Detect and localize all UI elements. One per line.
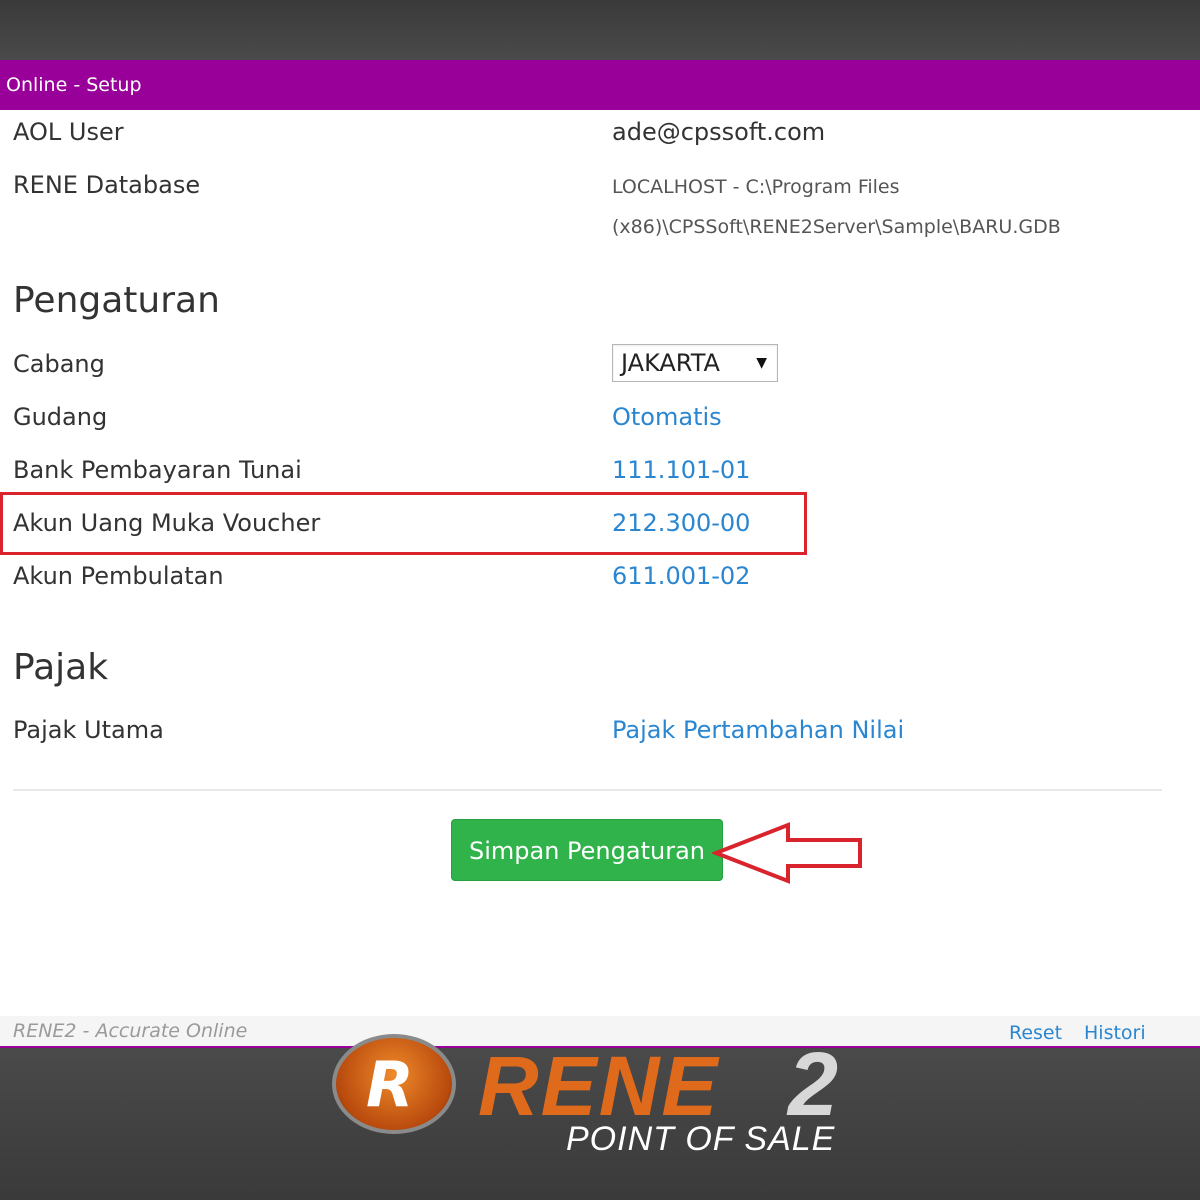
top-band [0, 0, 1200, 60]
rene-database-path-line2: (x86)\CPSSoft\RENE2Server\Sample\BARU.GD… [612, 216, 1061, 238]
arrow-left-icon [712, 822, 862, 884]
cabang-selected-value: JAKARTA [621, 349, 720, 377]
rene-logo-tagline: POINT OF SALE [566, 1120, 836, 1158]
histori-link[interactable]: Histori [1084, 1022, 1146, 1044]
akun-pembulatan-link[interactable]: 611.001-02 [612, 562, 750, 590]
gudang-link[interactable]: Otomatis [612, 403, 722, 431]
aol-user-value: ade@cpssoft.com [612, 118, 826, 146]
cabang-select[interactable]: JAKARTA ▼ [612, 344, 778, 382]
rene-logo: R RENE 2 POINT OF SALE [0, 1034, 1200, 1200]
cabang-label: Cabang [13, 350, 105, 378]
aol-user-label: AOL User [13, 118, 124, 146]
caret-down-icon: ▼ [756, 355, 767, 371]
footer-app-name: RENE2 - Accurate Online [13, 1020, 248, 1042]
rene-database-label: RENE Database [13, 171, 201, 199]
pajak-utama-link[interactable]: Pajak Pertambahan Nilai [612, 716, 904, 744]
rene-logo-emblem: R [332, 1034, 456, 1134]
bank-pembayaran-tunai-link[interactable]: 111.101-01 [612, 456, 750, 484]
save-settings-button[interactable]: Simpan Pengaturan [451, 819, 723, 881]
rene-logo-letter: R [366, 1048, 414, 1121]
rene-database-path-line1: LOCALHOST - C:\Program Files [612, 176, 900, 198]
pengaturan-heading: Pengaturan [13, 280, 220, 321]
reset-link[interactable]: Reset [1009, 1022, 1062, 1044]
pajak-utama-label: Pajak Utama [13, 716, 164, 744]
gudang-label: Gudang [13, 403, 108, 431]
bank-pembayaran-tunai-label: Bank Pembayaran Tunai [13, 456, 302, 484]
window-title: Online - Setup [0, 60, 1200, 110]
pajak-heading: Pajak [13, 647, 109, 688]
divider [13, 789, 1162, 791]
akun-pembulatan-label: Akun Pembulatan [13, 562, 224, 590]
highlight-box [0, 492, 807, 555]
setup-panel: AOL User ade@cpssoft.com RENE Database L… [0, 110, 1200, 1016]
